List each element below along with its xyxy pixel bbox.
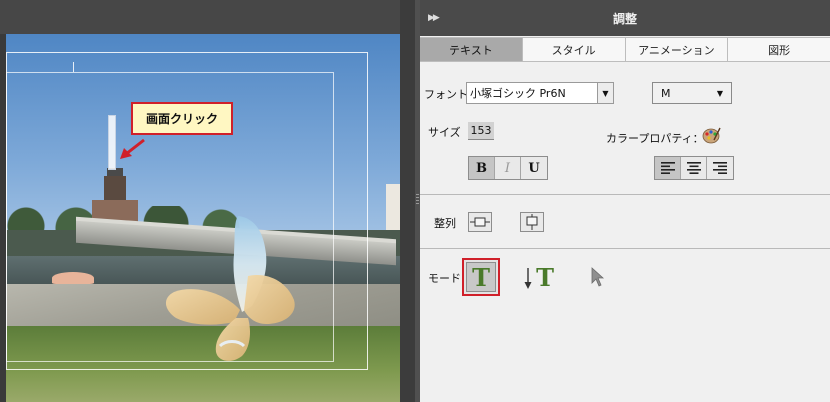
section-divider [420,248,830,249]
horizontal-text-icon: T [466,262,496,292]
align-center-button[interactable] [681,157,707,179]
section-divider [420,194,830,195]
align-right-icon [713,162,727,174]
align-vertical-center-button[interactable] [468,212,492,232]
italic-button[interactable]: I [495,157,521,179]
tab-shape[interactable]: 図形 [728,37,830,61]
align-right-button[interactable] [707,157,733,179]
splitter-grip-icon[interactable] [416,194,419,206]
horizontal-text-mode-button[interactable]: T [462,258,500,296]
panel-title: 調整 [612,11,637,26]
color-property-label: カラープロパティ： [606,132,704,145]
canvas-top-margin [0,0,400,34]
align-horizontal-center-icon [526,214,538,230]
tab-animation[interactable]: アニメーション [625,37,729,61]
align-horizontal-center-button[interactable] [520,212,544,232]
font-label: フォント [424,88,468,101]
font-style-value: M [661,86,671,100]
font-select-value: 小塚ゴシック Pr6N [470,87,566,100]
dropdown-arrow-icon[interactable]: ▼ [709,83,731,103]
tab-text[interactable]: テキスト [420,37,523,61]
text-insertion-cursor [108,115,116,170]
text-format-group: B I U [468,156,548,180]
selection-tool-icon[interactable] [590,266,606,288]
callout-arrow-icon [120,138,145,159]
align-vertical-center-icon [470,217,490,227]
align-label: 整列 [434,217,456,230]
size-input[interactable]: 153 [468,122,494,140]
vertical-text-mode-button[interactable]: T [524,262,554,292]
align-center-icon [686,162,701,174]
text-bounds-tick [73,62,74,72]
bold-button[interactable]: B [469,157,495,179]
underline-button[interactable]: U [521,157,547,179]
font-select[interactable]: 小塚ゴシック Pr6N ▼ [466,82,614,104]
mode-label: モード [428,272,461,285]
panel-tabs: テキスト スタイル アニメーション 図形 [420,37,830,62]
canvas-area[interactable]: 画面クリック [0,0,400,402]
text-align-group [654,156,734,180]
align-left-button[interactable] [655,157,681,179]
size-label: サイズ [428,126,461,139]
tab-style[interactable]: スタイル [522,37,626,61]
collapse-icon[interactable]: ▶▶ [428,13,440,23]
palette-icon[interactable] [701,126,721,144]
vertical-text-icon: T [536,262,554,292]
font-style-select[interactable]: M ▼ [652,82,732,104]
dropdown-arrow-icon[interactable]: ▼ [597,83,613,103]
align-left-icon [660,162,675,174]
panel-header: ▶▶ 調整 [420,0,830,36]
adjust-panel: ▶▶ 調整 テキスト スタイル アニメーション 図形 フォント 小塚ゴシック P… [420,0,830,402]
click-callout: 画面クリック [131,102,233,135]
